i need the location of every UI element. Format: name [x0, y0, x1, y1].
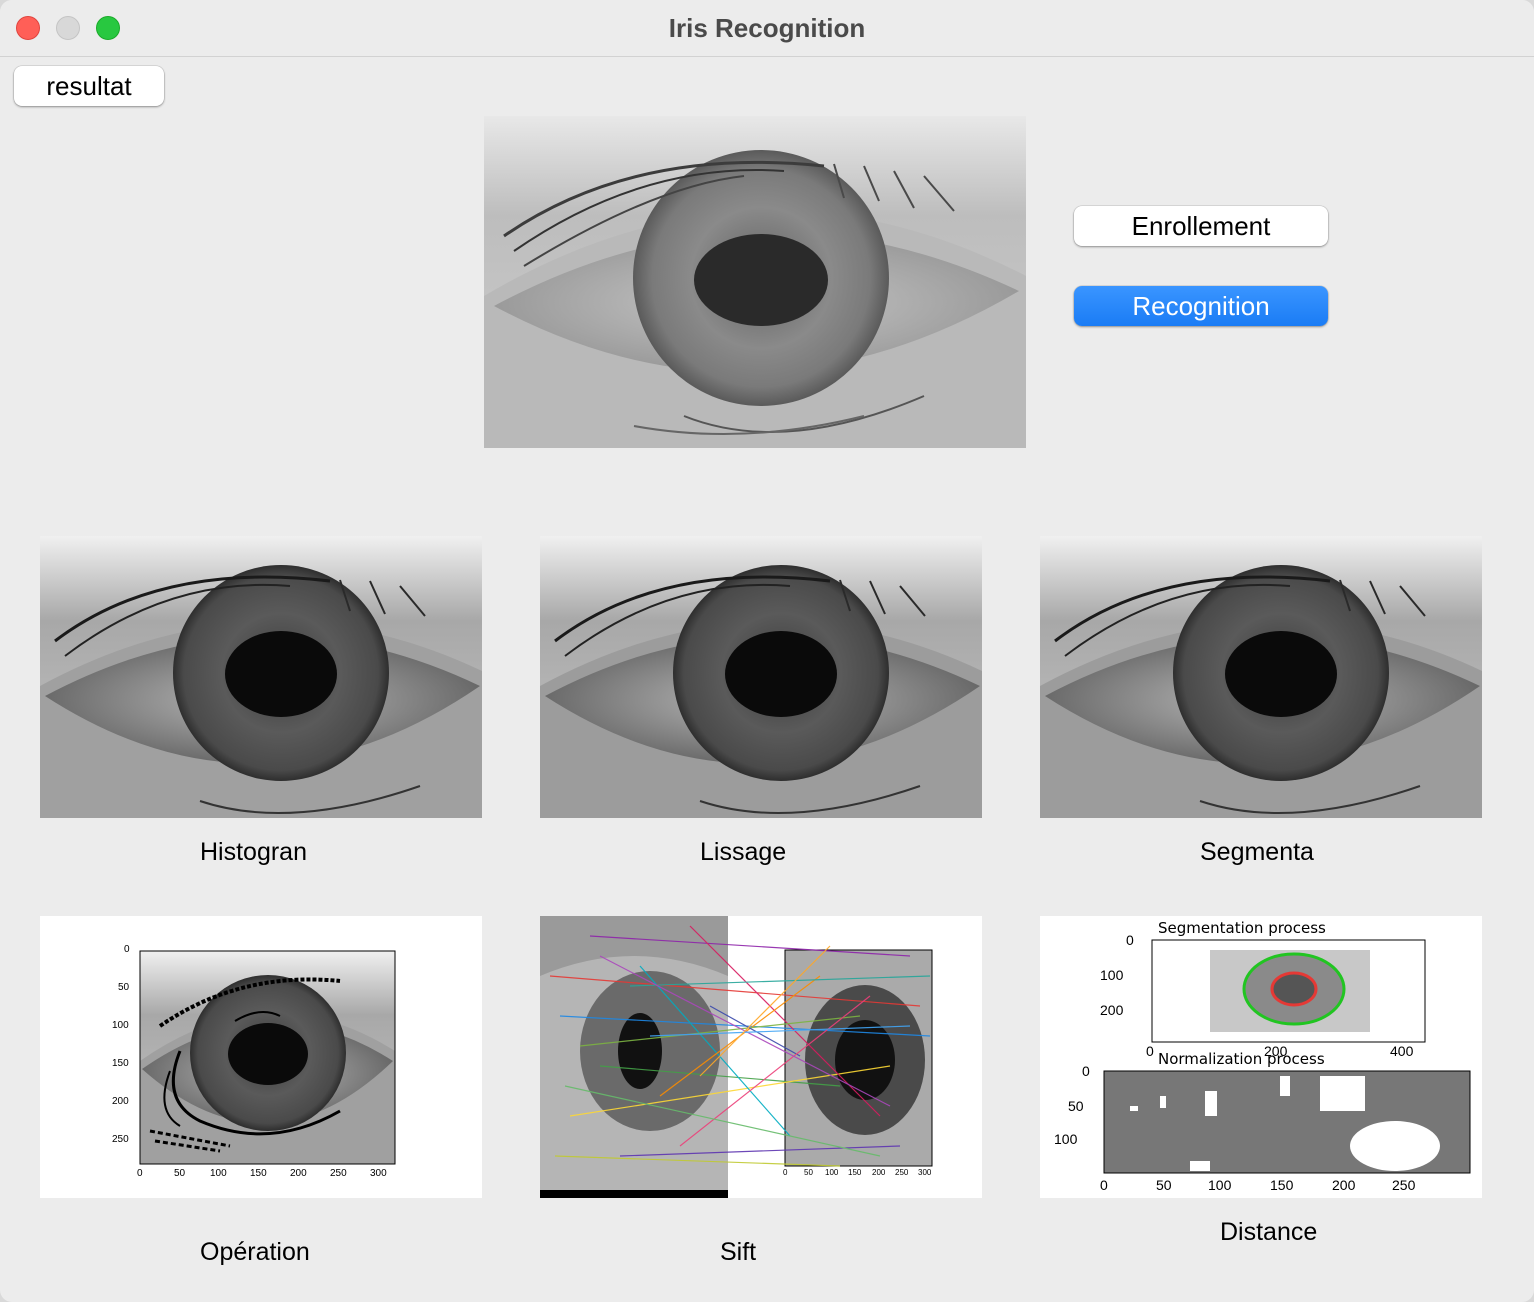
operation-ytick: 150 — [112, 1058, 129, 1069]
segmentation-image — [1040, 536, 1482, 818]
operation-caption: Opération — [200, 1238, 310, 1266]
histogram-caption: Histogran — [200, 838, 307, 866]
recognition-button[interactable]: Recognition — [1074, 286, 1328, 326]
sift-xtick: 300 — [918, 1168, 932, 1177]
title-bar: Iris Recognition — [0, 0, 1534, 57]
enrollement-button[interactable]: Enrollement — [1074, 206, 1328, 246]
sift-xtick: 200 — [872, 1168, 886, 1177]
operation-ytick: 200 — [112, 1096, 129, 1107]
distance-top-xtick: 200 — [1264, 1043, 1288, 1059]
distance-bottom-xtick: 200 — [1332, 1177, 1356, 1193]
distance-top-ytick: 0 — [1126, 932, 1134, 948]
distance-bottom-ytick: 50 — [1068, 1098, 1084, 1114]
operation-image: 0 50 100 150 200 250 0 50 100 150 200 25… — [40, 916, 482, 1198]
operation-ytick: 0 — [124, 944, 130, 955]
operation-xtick: 0 — [137, 1168, 143, 1179]
distance-image: Segmentation process Normalization proce… — [1040, 916, 1482, 1198]
app-window: Iris Recognition resultat Enrollement Re… — [0, 0, 1534, 1302]
sift-image: 0 50 100 150 200 250 300 — [540, 916, 982, 1198]
operation-ytick: 50 — [118, 982, 130, 993]
normalization-process-title: Normalization process — [1158, 1050, 1325, 1068]
distance-caption: Distance — [1220, 1218, 1318, 1246]
sift-xtick: 100 — [825, 1168, 839, 1177]
operation-ytick: 100 — [112, 1020, 129, 1031]
operation-xtick: 200 — [290, 1168, 307, 1179]
sift-xtick: 0 — [783, 1168, 788, 1177]
sift-xtick: 150 — [848, 1168, 862, 1177]
input-eye-image — [484, 116, 1026, 448]
distance-top-xtick: 400 — [1390, 1043, 1414, 1059]
distance-bottom-xtick: 0 — [1100, 1177, 1108, 1193]
window-title: Iris Recognition — [668, 13, 866, 43]
distance-bottom-xtick: 100 — [1208, 1177, 1232, 1193]
distance-bottom-ytick: 100 — [1054, 1131, 1078, 1147]
distance-top-xtick: 0 — [1146, 1043, 1154, 1059]
operation-xtick: 100 — [210, 1168, 227, 1179]
sift-xtick: 50 — [804, 1168, 813, 1177]
resultat-button[interactable]: resultat — [14, 66, 164, 106]
histogram-image — [40, 536, 482, 818]
segmentation-caption: Segmenta — [1200, 838, 1314, 866]
distance-top-ytick: 100 — [1100, 967, 1124, 983]
smoothing-caption: Lissage — [700, 838, 787, 866]
distance-bottom-xtick: 250 — [1392, 1177, 1416, 1193]
distance-bottom-ytick: 0 — [1082, 1063, 1090, 1079]
distance-bottom-xtick: 50 — [1156, 1177, 1172, 1193]
operation-ytick: 250 — [112, 1134, 129, 1145]
distance-top-ytick: 200 — [1100, 1002, 1124, 1018]
operation-xtick: 150 — [250, 1168, 267, 1179]
operation-xtick: 300 — [370, 1168, 387, 1179]
sift-xtick: 250 — [895, 1168, 909, 1177]
smoothing-image — [540, 536, 982, 818]
distance-bottom-xtick: 150 — [1270, 1177, 1294, 1193]
sift-caption: Sift — [720, 1238, 757, 1266]
operation-xtick: 50 — [174, 1168, 186, 1179]
operation-xtick: 250 — [330, 1168, 347, 1179]
